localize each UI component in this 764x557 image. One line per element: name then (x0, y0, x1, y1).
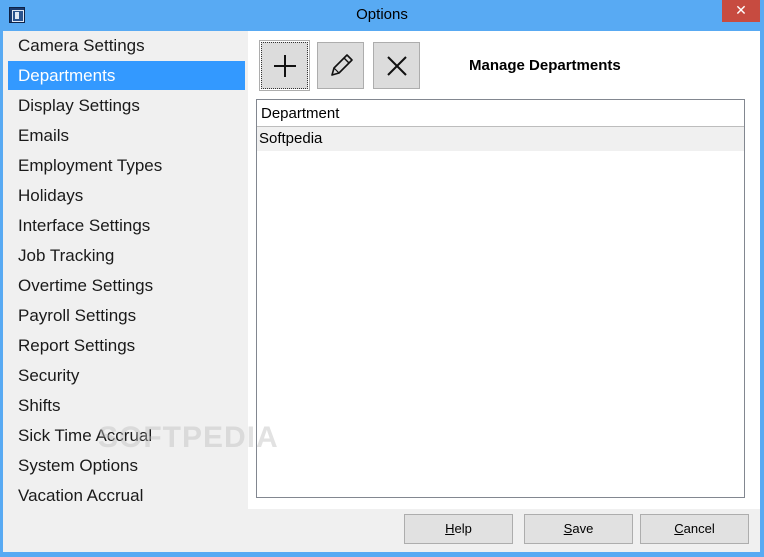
save-button[interactable]: Save (524, 514, 633, 544)
delete-department-button[interactable] (373, 42, 420, 89)
sidebar-item-shifts[interactable]: Shifts (8, 391, 245, 420)
sidebar-item-report-settings[interactable]: Report Settings (8, 331, 245, 360)
watermark: SOFTPEDIA (98, 421, 279, 454)
sidebar-item-display-settings[interactable]: Display Settings (8, 91, 245, 120)
departments-panel: Manage Departments Department Softpedia (248, 31, 760, 509)
sidebar-item-departments[interactable]: Departments (8, 61, 245, 90)
pencil-icon (330, 53, 353, 76)
sidebar-item-security[interactable]: Security (8, 361, 245, 390)
options-window: Options ✕ Camera Settings Departments Di… (0, 0, 764, 557)
client-area: Camera Settings Departments Display Sett… (3, 31, 760, 552)
plus-icon (273, 54, 296, 77)
departments-grid[interactable]: Department Softpedia (256, 99, 745, 498)
sidebar-item-system-options[interactable]: System Options (8, 451, 245, 480)
help-button[interactable]: Help (404, 514, 513, 544)
column-header-department[interactable]: Department (257, 100, 744, 127)
x-icon (386, 55, 407, 76)
sidebar-item-payroll-settings[interactable]: Payroll Settings (8, 301, 245, 330)
edit-department-button[interactable] (317, 42, 364, 89)
add-department-button[interactable] (259, 40, 310, 91)
panel-heading: Manage Departments (469, 57, 621, 74)
cancel-button[interactable]: Cancel (640, 514, 749, 544)
dialog-footer: Help Save Cancel (3, 509, 760, 552)
sidebar-item-holidays[interactable]: Holidays (8, 181, 245, 210)
title-bar[interactable]: Options ✕ (0, 0, 764, 31)
sidebar-item-emails[interactable]: Emails (8, 121, 245, 150)
sidebar-item-camera-settings[interactable]: Camera Settings (8, 31, 245, 60)
sidebar-item-job-tracking[interactable]: Job Tracking (8, 241, 245, 270)
sidebar-item-overtime-settings[interactable]: Overtime Settings (8, 271, 245, 300)
window-title: Options (356, 6, 408, 23)
close-button[interactable]: ✕ (722, 0, 760, 22)
sidebar-item-interface-settings[interactable]: Interface Settings (8, 211, 245, 240)
sidebar-item-vacation-accrual[interactable]: Vacation Accrual (8, 481, 245, 510)
sidebar-item-employment-types[interactable]: Employment Types (8, 151, 245, 180)
table-row[interactable]: Softpedia (257, 127, 744, 151)
